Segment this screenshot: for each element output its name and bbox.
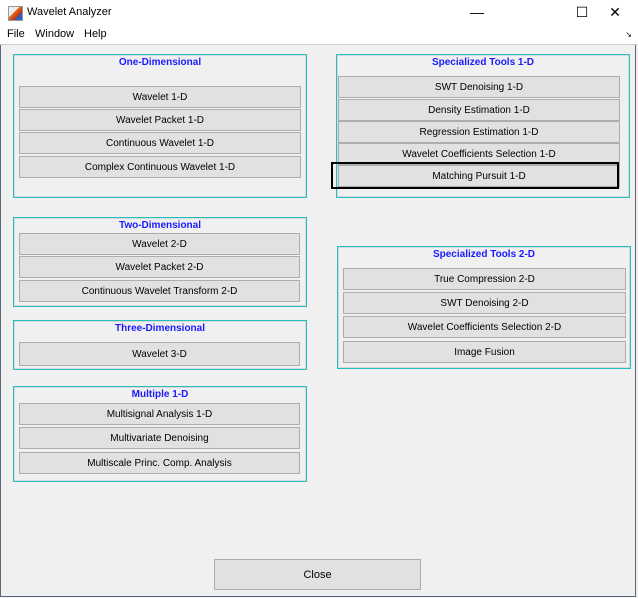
menu-bar: File Window Help ↘ [0,25,638,45]
panel-title: Specialized Tools 1-D [431,57,535,68]
density-estimation-1-d-button[interactable]: Density Estimation 1-D [338,99,620,121]
window-title: Wavelet Analyzer [27,6,112,18]
wavelet-1-d-button[interactable]: Wavelet 1-D [19,86,301,108]
wavelet-3-d-button[interactable]: Wavelet 3-D [19,342,300,366]
swt-denoising-2-d-button[interactable]: SWT Denoising 2-D [343,292,626,314]
multisignal-analysis-1-d-button[interactable]: Multisignal Analysis 1-D [19,403,300,425]
wavelet-packet-2-d-button[interactable]: Wavelet Packet 2-D [19,256,300,278]
multivariate-denoising-button[interactable]: Multivariate Denoising [19,427,300,449]
image-fusion-button[interactable]: Image Fusion [343,341,626,363]
menu-help[interactable]: Help [84,28,107,40]
matlab-icon [8,6,23,21]
menu-window[interactable]: Window [35,28,74,40]
close-button[interactable]: Close [214,559,421,590]
panel-title: Specialized Tools 2-D [432,249,536,260]
complex-continuous-wavelet-1-d-button[interactable]: Complex Continuous Wavelet 1-D [19,156,301,178]
minimize-button[interactable]: — [454,0,500,25]
title-bar: Wavelet Analyzer — ☐ ✕ [0,0,638,25]
menu-file[interactable]: File [7,28,25,40]
continuous-wavelet-transform-2-d-button[interactable]: Continuous Wavelet Transform 2-D [19,280,300,302]
wavelet-coefficients-selection-2-d-button[interactable]: Wavelet Coefficients Selection 2-D [343,316,626,338]
swt-denoising-1-d-button[interactable]: SWT Denoising 1-D [338,76,620,98]
panel-title: Three-Dimensional [114,323,206,334]
continuous-wavelet-1-d-button[interactable]: Continuous Wavelet 1-D [19,132,301,154]
close-window-button[interactable]: ✕ [592,0,638,25]
regression-estimation-1-d-button[interactable]: Regression Estimation 1-D [338,121,620,143]
dock-icon[interactable]: ↘ [625,30,632,39]
true-compression-2-d-button[interactable]: True Compression 2-D [343,268,626,290]
wavelet-packet-1-d-button[interactable]: Wavelet Packet 1-D [19,109,301,131]
wavelet-2-d-button[interactable]: Wavelet 2-D [19,233,300,255]
panel-title: Multiple 1-D [131,389,189,400]
panel-title: Two-Dimensional [118,220,202,231]
panel-title: One-Dimensional [118,57,202,68]
multiscale-princ-comp-analysis-button[interactable]: Multiscale Princ. Comp. Analysis [19,452,300,474]
focus-outline [331,162,619,189]
